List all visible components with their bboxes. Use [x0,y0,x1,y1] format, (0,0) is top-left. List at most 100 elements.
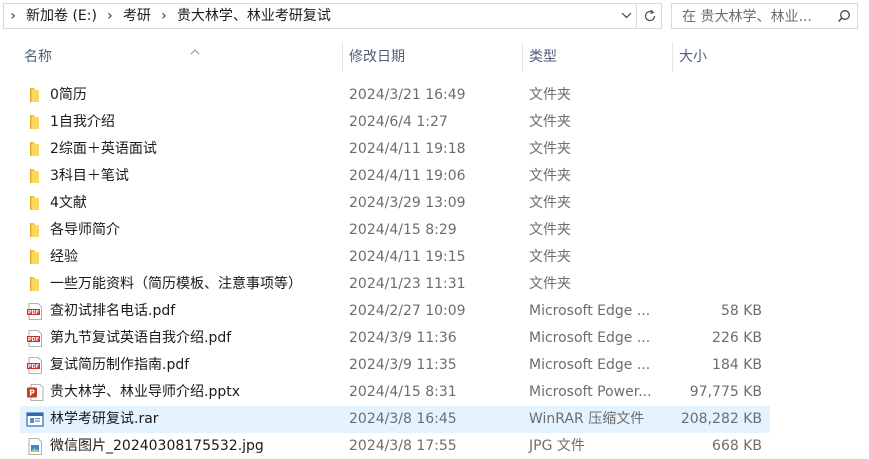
breadcrumb-root-chevron-icon[interactable]: › [4,3,22,29]
svg-text:PDF: PDF [28,364,39,370]
file-name: 2综面＋英语面试 [50,141,157,157]
file-size: 58 KB [720,303,762,319]
file-type: Microsoft Power... [529,384,652,400]
file-date: 2024/4/15 8:29 [349,222,457,238]
file-row[interactable]: 2综面＋英语面试 2024/4/11 19:18 文件夹 [20,136,770,163]
folder-icon [26,168,44,185]
file-row[interactable]: 4文献 2024/3/29 13:09 文件夹 [20,190,770,217]
sort-ascending-icon [190,38,200,68]
file-date: 2024/2/27 10:09 [349,303,466,319]
column-header-name[interactable]: 名称 [18,42,340,72]
column-header-size[interactable]: 大小 [672,42,770,72]
file-type: Microsoft Edge ... [529,303,651,319]
file-date: 2024/3/9 11:35 [349,357,457,373]
file-size: 668 KB [712,438,762,454]
breadcrumb-chevron-icon[interactable]: › [155,3,173,29]
jpg-icon [26,438,44,455]
file-row[interactable]: 微信图片_20240308175532.jpg 2024/3/8 17:55 JPG… [20,433,770,459]
breadcrumb-chevron-icon[interactable]: › [101,3,119,29]
address-history-dropdown-icon[interactable] [616,4,636,28]
svg-text:P: P [29,388,35,397]
file-type: 文件夹 [529,276,571,292]
pdf-icon: PDF [26,357,44,374]
file-date: 2024/3/8 16:45 [349,411,457,427]
file-name: 1自我介绍 [50,114,115,130]
file-size: 226 KB [712,330,762,346]
file-name: 经验 [50,249,78,265]
refresh-button[interactable] [638,3,662,29]
column-header-name-label: 名称 [24,49,52,65]
file-row[interactable]: PDF 复试简历制作指南.pdf 2024/3/9 11:35 Microsoft E… [20,352,770,379]
column-header-type-label: 类型 [529,49,557,65]
file-date: 2024/3/9 11:36 [349,330,457,346]
breadcrumb-current-folder[interactable]: 贵大林学、林业考研复试 [173,3,335,29]
file-date: 2024/1/23 11:31 [349,276,466,292]
file-type: WinRAR 压缩文件 [529,411,645,427]
search-icon[interactable] [831,4,857,28]
file-name: 3科目＋笔试 [50,168,129,184]
file-date: 2024/3/21 16:49 [349,87,466,103]
file-row[interactable]: 经验 2024/4/11 19:15 文件夹 [20,244,770,271]
folder-icon [26,195,44,212]
file-row[interactable]: 一些万能资料（简历模板、注意事项等） 2024/1/23 11:31 文件夹 [20,271,770,298]
file-type: 文件夹 [529,249,571,265]
file-type: Microsoft Edge ... [529,357,651,373]
file-date: 2024/4/15 8:31 [349,384,457,400]
file-row[interactable]: 0简历 2024/3/21 16:49 文件夹 [20,82,770,109]
column-header-date[interactable]: 修改日期 [342,42,520,72]
breadcrumb-kaoyan[interactable]: 考研 [119,3,155,29]
file-row[interactable]: PDF 第九节复试英语自我介绍.pdf 2024/3/9 11:36 Microsof… [20,325,770,352]
file-row[interactable]: 林学考研复试.rar 2024/3/8 16:45 WinRAR 压缩文件 208,2… [20,406,770,433]
file-row[interactable]: PDF 查初试排名电话.pdf 2024/2/27 10:09 Microsoft E… [20,298,770,325]
column-header-size-label: 大小 [679,49,707,65]
file-type: 文件夹 [529,195,571,211]
file-name: 0简历 [50,87,87,103]
column-header-type[interactable]: 类型 [522,42,670,72]
search-box[interactable]: 在 贵大林学、林业... [671,3,858,29]
file-list: 0简历 2024/3/21 16:49 文件夹 1自我介绍 2024/6/4 1:27 文… [20,82,770,459]
refresh-icon [644,9,655,22]
file-name: 4文献 [50,195,87,211]
folder-icon [26,87,44,104]
address-bar[interactable]: › 新加卷 (E:) › 考研 › 贵大林学、林业考研复试 [3,3,637,29]
file-size: 184 KB [712,357,762,373]
file-type: 文件夹 [529,222,571,238]
file-type: JPG 文件 [529,438,585,454]
file-row[interactable]: 各导师简介 2024/4/15 8:29 文件夹 [20,217,770,244]
svg-text:PDF: PDF [28,310,39,316]
rar-icon [26,411,44,428]
folder-icon [26,141,44,158]
pptx-icon: P [26,384,44,401]
folder-icon [26,276,44,293]
breadcrumb-drive[interactable]: 新加卷 (E:) [22,3,101,29]
folder-icon [26,222,44,239]
column-header-row: 名称 修改日期 类型 大小 [0,42,770,72]
search-input[interactable]: 在 贵大林学、林业... [672,6,831,26]
file-name: 第九节复试英语自我介绍.pdf [50,330,232,346]
file-name: 一些万能资料（简历模板、注意事项等） [50,276,302,292]
file-row[interactable]: P 贵大林学、林业导师介绍.pptx 2024/4/15 8:31 Microsoft… [20,379,770,406]
address-row: › 新加卷 (E:) › 考研 › 贵大林学、林业考研复试 在 贵大林学、林业.… [0,0,869,34]
file-name: 贵大林学、林业导师介绍.pptx [50,384,240,400]
file-type: 文件夹 [529,141,571,157]
file-date: 2024/4/11 19:06 [349,168,466,184]
file-date: 2024/6/4 1:27 [349,114,448,130]
folder-icon [26,114,44,131]
file-row[interactable]: 3科目＋笔试 2024/4/11 19:06 文件夹 [20,163,770,190]
file-row[interactable]: 1自我介绍 2024/6/4 1:27 文件夹 [20,109,770,136]
folder-icon [26,249,44,266]
svg-text:PDF: PDF [28,337,39,343]
file-name: 查初试排名电话.pdf [50,303,176,319]
file-type: 文件夹 [529,114,571,130]
file-name: 微信图片_20240308175532.jpg [50,438,264,454]
file-size: 208,282 KB [680,411,762,427]
column-header-date-label: 修改日期 [349,49,405,65]
file-name: 各导师简介 [50,222,120,238]
file-size: 97,775 KB [689,384,762,400]
file-name: 林学考研复试.rar [50,411,159,427]
pdf-icon: PDF [26,303,44,320]
file-date: 2024/4/11 19:15 [349,249,466,265]
file-type: Microsoft Edge ... [529,330,651,346]
file-date: 2024/3/29 13:09 [349,195,466,211]
pdf-icon: PDF [26,330,44,347]
